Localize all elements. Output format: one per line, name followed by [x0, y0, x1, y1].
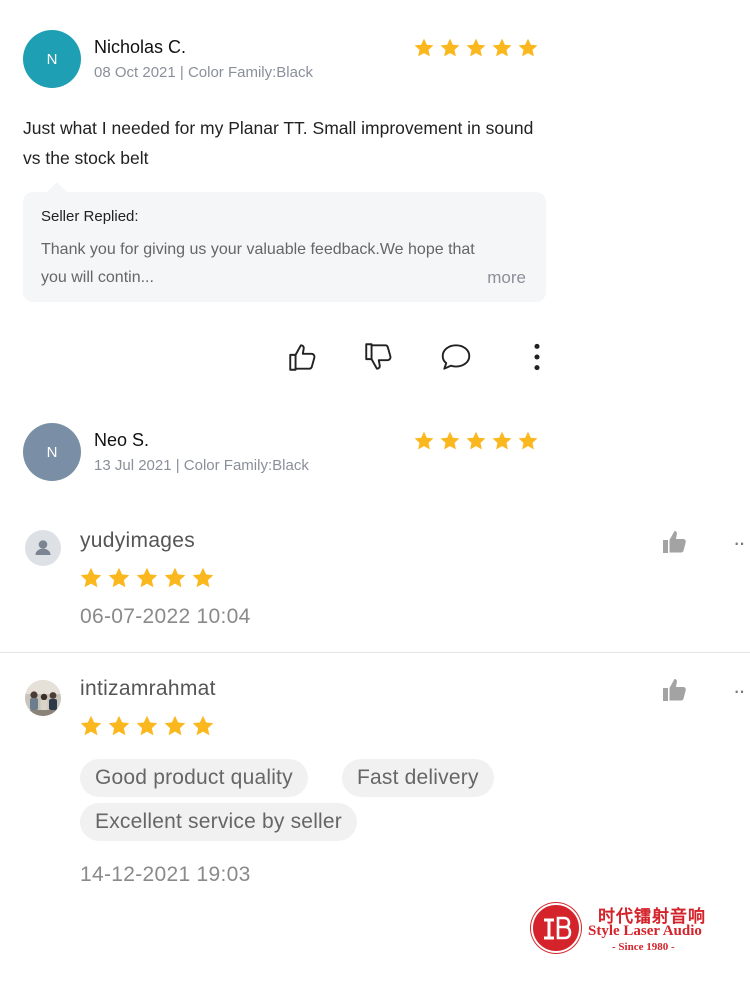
review-meta: 13 Jul 2021 | Color Family:Black	[94, 457, 309, 474]
star-icon	[517, 430, 539, 452]
star-rating	[79, 714, 215, 738]
seller-reply: Seller Replied: Thank you for giving us …	[23, 192, 546, 302]
review-text: Just what I needed for my Planar TT. Sma…	[23, 118, 534, 168]
star-icon	[465, 430, 487, 452]
seller-reply-title: Seller Replied:	[41, 208, 139, 225]
star-icon	[439, 37, 461, 59]
avatar[interactable]: N	[23, 423, 81, 481]
star-icon	[79, 566, 103, 590]
star-icon	[107, 566, 131, 590]
reply-notch	[47, 182, 67, 192]
star-icon	[465, 37, 487, 59]
star-icon	[191, 714, 215, 738]
star-icon	[491, 37, 513, 59]
review-tag: Good product quality	[80, 759, 308, 797]
star-rating	[79, 566, 215, 590]
star-icon	[135, 714, 159, 738]
avatar-initial: N	[46, 50, 58, 68]
star-rating	[413, 430, 539, 452]
star-icon	[517, 37, 539, 59]
reviewer-name: Neo S.	[94, 430, 150, 450]
review-tag: Fast delivery	[342, 759, 494, 797]
thumbs-down-icon[interactable]	[362, 340, 396, 374]
star-icon	[163, 714, 187, 738]
username: yudyimages	[80, 529, 196, 552]
avatar-initial: N	[46, 443, 58, 461]
star-icon	[135, 566, 159, 590]
like-icon[interactable]	[661, 528, 689, 556]
star-icon	[491, 430, 513, 452]
star-icon	[191, 566, 215, 590]
watermark-logo: 时代镭射音响 Style Laser Audio - Since 1980 -	[530, 900, 730, 960]
review-tag: Excellent service by seller	[80, 803, 357, 841]
more-vertical-icon[interactable]	[520, 340, 554, 374]
star-icon	[439, 430, 461, 452]
username: intizamrahmat	[80, 677, 216, 700]
star-icon	[107, 714, 131, 738]
review-date: 14-12-2021 19:03	[80, 863, 251, 886]
star-icon	[413, 430, 435, 452]
more-icon[interactable]: ··	[733, 530, 746, 556]
more-icon[interactable]: ··	[733, 678, 746, 704]
star-icon	[163, 566, 187, 590]
review-meta: 08 Oct 2021 | Color Family:Black	[94, 64, 313, 81]
divider	[0, 652, 750, 653]
reviewer-name: Nicholas C.	[94, 37, 187, 57]
star-icon	[413, 37, 435, 59]
photo-avatar[interactable]	[25, 680, 61, 716]
comment-icon[interactable]	[439, 340, 473, 374]
logo-english-text: Style Laser Audio	[588, 923, 702, 939]
logo-emblem	[530, 902, 582, 954]
like-icon[interactable]	[661, 676, 689, 704]
thumbs-up-icon[interactable]	[286, 340, 320, 374]
more-link[interactable]: more	[487, 268, 526, 288]
default-user-icon[interactable]	[25, 530, 61, 566]
review-date: 06-07-2022 10:04	[80, 605, 251, 628]
avatar[interactable]: N	[23, 30, 81, 88]
star-icon	[79, 714, 103, 738]
seller-reply-body: Thank you for giving us your valuable fe…	[41, 241, 475, 286]
logo-since-text: - Since 1980 -	[612, 941, 675, 953]
star-rating	[413, 37, 539, 59]
